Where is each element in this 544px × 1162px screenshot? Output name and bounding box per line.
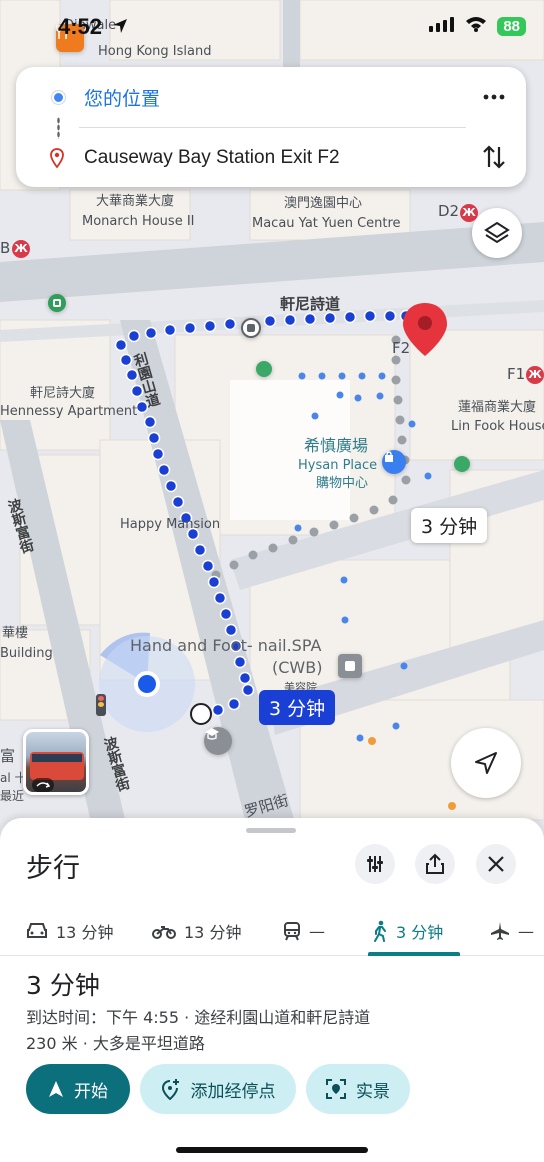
map-label-monarch-zh: 大華商業大廈 bbox=[96, 194, 175, 209]
map-label-macau-en: Macau Yat Yuen Centre bbox=[252, 216, 401, 231]
map-label-hennessy-apt-zh: 軒尼詩大廈 bbox=[30, 386, 96, 401]
mtr-icon-f1: Ж bbox=[526, 366, 544, 384]
route-options-button[interactable] bbox=[355, 844, 395, 884]
map-label-lin-fook-en: Lin Fook House bbox=[451, 419, 544, 434]
route-divider bbox=[79, 127, 466, 128]
mode-tab-transit[interactable]: — bbox=[283, 906, 325, 956]
poi-hysan-en[interactable]: Hysan Place bbox=[298, 458, 377, 474]
route-distance-info: 230 米 · 大多是平坦道路 bbox=[26, 1034, 205, 1053]
recenter-button[interactable] bbox=[451, 728, 521, 798]
battery-indicator: 88 bbox=[497, 16, 526, 36]
more-options-icon[interactable] bbox=[482, 89, 506, 105]
street-label-hennessy-rd: 軒尼詩道 bbox=[280, 295, 341, 313]
add-location-icon bbox=[161, 1079, 179, 1100]
navigation-icon bbox=[49, 1081, 63, 1097]
live-view-label: 实景 bbox=[356, 1081, 390, 1102]
map-label-hk-island: Hong Kong Island bbox=[98, 44, 212, 59]
live-view-icon bbox=[326, 1079, 346, 1099]
map-label-hua-lou: 華樓 bbox=[2, 626, 29, 641]
start-button[interactable]: 开始 bbox=[26, 1064, 130, 1114]
map-label-f1: F1 bbox=[507, 365, 526, 383]
poi-cwb[interactable]: (CWB) bbox=[272, 660, 322, 676]
map-label-hennessy-apt-en: Hennessy Apartment bbox=[0, 404, 138, 419]
sheet-drag-handle[interactable] bbox=[246, 828, 296, 833]
share-icon bbox=[426, 853, 444, 874]
directions-sheet: 步行 13 分钟 13 分钟 — 3 分钟 — 3 分钟 到达时间：下午 4:5… bbox=[0, 818, 544, 1162]
mode-label-walking: 3 分钟 bbox=[396, 923, 444, 942]
mode-label-driving: 13 分钟 bbox=[56, 923, 114, 942]
signal-icon bbox=[429, 16, 455, 36]
share-button[interactable] bbox=[415, 844, 455, 884]
mode-tab-motorcycle[interactable]: 13 分钟 bbox=[152, 906, 241, 956]
map-label-b: B bbox=[0, 239, 11, 257]
map-label-recent: 最近 bbox=[0, 789, 25, 803]
motorcycle-icon bbox=[152, 926, 176, 939]
map-label-f2: F2 bbox=[392, 339, 411, 357]
map-label-lin-fook-zh: 蓮福商業大廈 bbox=[458, 400, 537, 415]
map-label-d2: D2 bbox=[438, 202, 460, 220]
tree-icon bbox=[256, 361, 272, 377]
store-icon[interactable] bbox=[338, 654, 362, 678]
layers-icon bbox=[484, 221, 510, 244]
map-label-monarch-en: Monarch House II bbox=[82, 214, 195, 229]
navigation-arrow-icon bbox=[475, 752, 497, 774]
start-button-label: 开始 bbox=[74, 1081, 108, 1102]
street-view-thumbnail[interactable] bbox=[23, 729, 89, 795]
tune-icon bbox=[367, 856, 383, 872]
school-icon[interactable] bbox=[204, 727, 232, 755]
route-card: 您的位置 Causeway Bay Station Exit F2 bbox=[16, 67, 526, 187]
close-icon bbox=[488, 856, 504, 872]
park-icon bbox=[454, 456, 470, 472]
status-time: 4:52 bbox=[58, 14, 103, 39]
destination-pin-icon bbox=[50, 148, 64, 169]
map-label-fu: 富 bbox=[0, 747, 16, 765]
travel-mode-tabs: 13 分钟 13 分钟 — 3 分钟 — bbox=[0, 906, 544, 956]
mode-tab-driving[interactable]: 13 分钟 bbox=[26, 906, 113, 956]
poi-hysan-zh[interactable]: 希慎廣場 bbox=[304, 438, 368, 454]
mode-label-motorcycle: 13 分钟 bbox=[184, 923, 242, 942]
mode-label-transit: — bbox=[309, 921, 325, 941]
traffic-light-icon bbox=[96, 694, 106, 716]
add-stop-button[interactable]: 添加经停点 bbox=[140, 1064, 296, 1114]
alt-route-duration-tag[interactable]: 3 分钟 bbox=[411, 508, 488, 543]
green-transit-icon[interactable] bbox=[48, 294, 66, 312]
mode-tab-walking[interactable]: 3 分钟 bbox=[372, 906, 443, 956]
origin-dot-icon bbox=[52, 90, 65, 104]
mode-tab-flight[interactable]: — bbox=[490, 906, 534, 956]
route-duration-tag[interactable]: 3 分钟 bbox=[259, 690, 336, 725]
destination-input[interactable]: Causeway Bay Station Exit F2 bbox=[84, 147, 340, 169]
route-arrival-info: 到达时间：下午 4:55 · 途经利園山道和軒尼詩道 bbox=[26, 1008, 371, 1027]
rotate-icon bbox=[32, 778, 54, 792]
active-mode-indicator bbox=[368, 952, 460, 956]
mode-label-flight: — bbox=[518, 921, 534, 941]
wifi-icon bbox=[465, 16, 487, 36]
live-view-button[interactable]: 实景 bbox=[306, 1064, 410, 1114]
route-duration: 3 分钟 bbox=[26, 971, 100, 1000]
sheet-title: 步行 bbox=[26, 853, 80, 884]
car-icon bbox=[27, 923, 47, 938]
mtr-icon-b: Ж bbox=[12, 240, 30, 258]
route-connector bbox=[57, 117, 60, 139]
walk-icon bbox=[374, 920, 386, 942]
home-indicator[interactable] bbox=[176, 1147, 368, 1153]
transit-icon bbox=[284, 922, 300, 941]
add-stop-label: 添加经停点 bbox=[190, 1081, 276, 1102]
close-button[interactable] bbox=[476, 844, 516, 884]
poi-hysan-mall[interactable]: 購物中心 bbox=[316, 476, 368, 492]
map-label-happy-mansion: Happy Mansion bbox=[120, 517, 221, 532]
flight-icon bbox=[491, 922, 509, 940]
layers-button[interactable] bbox=[472, 208, 522, 258]
location-arrow-icon bbox=[112, 18, 128, 38]
map-label-building: Building bbox=[0, 646, 53, 661]
map-label-macau-zh: 澳門逸園中心 bbox=[284, 196, 363, 211]
swap-directions-icon[interactable] bbox=[482, 143, 506, 171]
origin-input[interactable]: 您的位置 bbox=[84, 84, 160, 111]
shopping-bag-icon[interactable] bbox=[382, 450, 406, 474]
bus-stop-icon[interactable] bbox=[241, 318, 261, 338]
poi-nail-spa[interactable]: Hand and Foot- nail.SPA bbox=[130, 638, 321, 654]
